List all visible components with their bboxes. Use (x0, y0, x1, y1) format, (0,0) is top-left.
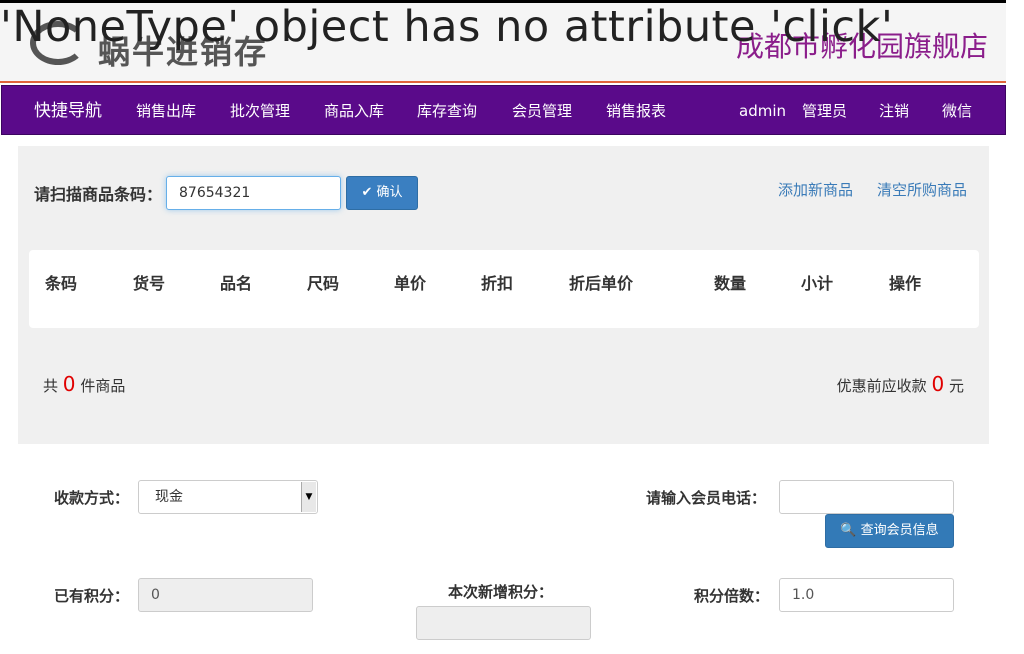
nav-item-batch[interactable]: 批次管理 (230, 86, 290, 136)
confirm-button[interactable]: ✔ 确认 (346, 176, 418, 210)
existing-points-field: 0 (138, 578, 313, 612)
table-header: 数量 (714, 274, 747, 293)
scan-label: 请扫描商品条码： (34, 185, 163, 204)
nav-item-reports[interactable]: 销售报表 (606, 86, 666, 136)
points-multiplier-input[interactable]: 1.0 (779, 578, 954, 612)
error-message: 'NoneType' object has no attribute 'clic… (0, 2, 894, 52)
table-header: 小计 (801, 274, 834, 293)
dropdown-arrow-icon: ▼ (301, 482, 316, 512)
nav-item-sales-out[interactable]: 销售出库 (136, 86, 196, 136)
table-header: 条码 (45, 274, 78, 293)
payment-method-select[interactable]: 现金 ▼ (138, 480, 318, 514)
top-nav: 快捷导航 销售出库 批次管理 商品入库 库存查询 会员管理 销售报表 admin… (1, 85, 1006, 135)
member-phone-input[interactable] (779, 480, 954, 514)
barcode-input[interactable]: 87654321 (166, 176, 341, 210)
nav-logout[interactable]: 注销 (879, 86, 909, 136)
total-value: 0 (931, 372, 945, 396)
total-suffix: 元 (948, 377, 964, 395)
cart-table: 条码 货号 品名 尺码 单价 折扣 折后单价 数量 小计 操作 (29, 250, 979, 328)
payment-selected: 现金 (155, 489, 183, 505)
points-multiplier-label: 积分倍数： (694, 587, 770, 605)
query-member-label: 查询会员信息 (860, 523, 939, 538)
confirm-label: 确认 (376, 185, 403, 200)
query-member-button[interactable]: 🔍 查询会员信息 (825, 514, 954, 548)
table-header: 操作 (889, 274, 922, 293)
table-header: 品名 (220, 274, 253, 293)
item-count: 共 0 件商品 (43, 372, 125, 396)
nav-role[interactable]: 管理员 (802, 86, 847, 136)
page-right-margin (1006, 0, 1024, 654)
nav-item-goods-in[interactable]: 商品入库 (324, 86, 384, 136)
clear-cart-link[interactable]: 清空所购商品 (877, 179, 967, 200)
table-header: 单价 (394, 274, 427, 293)
payment-method-label: 收款方式： (54, 489, 130, 507)
search-icon: 🔍 (840, 523, 857, 538)
count-prefix: 共 (43, 377, 59, 395)
table-header: 折扣 (481, 274, 514, 293)
total-prefix: 优惠前应收款 (836, 377, 927, 395)
nav-item-members[interactable]: 会员管理 (512, 86, 572, 136)
count-suffix: 件商品 (80, 377, 126, 395)
check-icon: ✔ (361, 185, 373, 200)
nav-user[interactable]: admin (739, 86, 786, 136)
nav-item-stock[interactable]: 库存查询 (417, 86, 477, 136)
table-header: 货号 (133, 274, 166, 293)
total-amount: 优惠前应收款 0 元 (837, 372, 964, 396)
nav-brand[interactable]: 快捷导航 (34, 86, 102, 136)
new-points-field (416, 606, 591, 640)
nav-wechat[interactable]: 微信 (942, 86, 972, 136)
existing-points-label: 已有积分： (54, 587, 130, 605)
table-header: 折后单价 (569, 274, 634, 293)
add-new-goods-link[interactable]: 添加新商品 (778, 179, 853, 200)
count-value: 0 (62, 372, 76, 396)
new-points-label: 本次新增积分： (448, 583, 554, 601)
member-phone-label: 请输入会员电话： (646, 489, 767, 507)
table-header: 尺码 (307, 274, 340, 293)
